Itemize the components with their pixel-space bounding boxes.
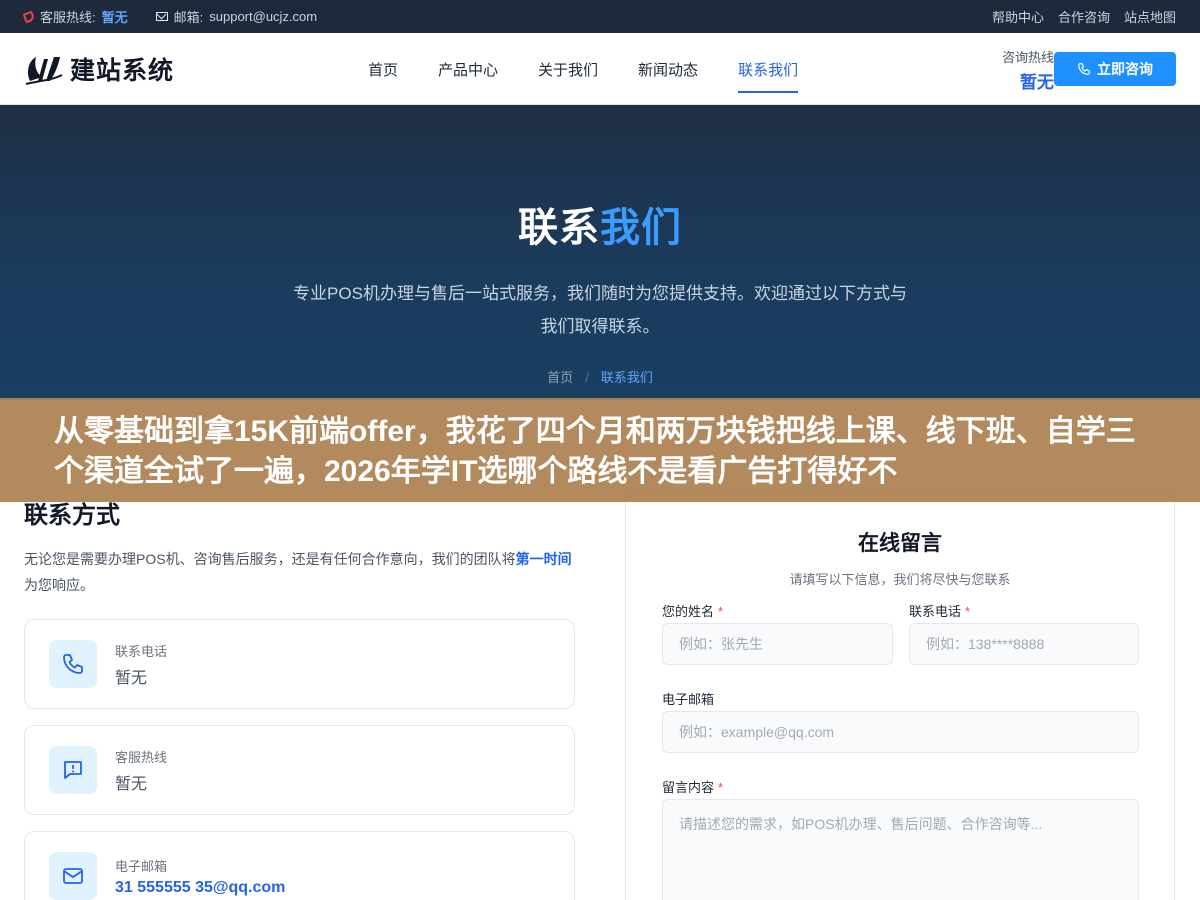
form-title: 在线留言: [858, 532, 942, 555]
link-cooperation[interactable]: 合作咨询: [1058, 7, 1110, 26]
phone-label-text: 联系电话: [909, 604, 962, 619]
overlay-banner[interactable]: 从零基础到拿15K前端offer，我花了四个月和两万块钱把线上课、线下班、自学三…: [0, 398, 1200, 502]
contact-card-hotline: 客服热线 暂无: [24, 725, 575, 815]
contact-desc-text: 无论您是需要办理POS机、咨询售后服务，还是有任何合作意向，我们的团队将: [24, 551, 516, 567]
contact-card-info: 电子邮箱 31 555555 35@qq.com: [115, 856, 285, 897]
name-input[interactable]: [662, 623, 893, 665]
phone-input[interactable]: [909, 623, 1139, 665]
nav-home[interactable]: 首页: [368, 33, 398, 105]
email-info: 邮箱: support@ucjz.com: [155, 7, 317, 26]
form-subtitle: 请填写以下信息，我们将尽快与您联系: [789, 572, 1011, 587]
contact-card-label: 电子邮箱: [115, 858, 168, 874]
page-title: 联系我们: [0, 105, 1200, 253]
contact-card-value: 暂无: [115, 775, 148, 793]
name-label: 您的姓名 *: [662, 601, 723, 620]
email-label: 电子邮箱: [662, 692, 715, 707]
contact-desc-tail: 为您响应。: [24, 577, 94, 593]
message-form: 在线留言 请填写以下信息，我们将尽快与您联系 您的姓名* 联系电话* 电子邮箱 …: [625, 488, 1175, 900]
link-help-center[interactable]: 帮助中心: [992, 7, 1044, 26]
top-bar: 客服热线: 暂无 邮箱: support@ucjz.com 帮助中心 合作咨询 …: [0, 0, 1200, 33]
mail-icon: [49, 852, 97, 900]
mail-icon: [155, 12, 168, 21]
required-mark: *: [718, 604, 724, 619]
phone-label: 联系电话 *: [909, 601, 970, 620]
nav-products[interactable]: 产品中心: [438, 33, 498, 105]
hotline-label: 客服热线:: [40, 10, 96, 25]
top-bar-links: 帮助中心 合作咨询 站点地图: [992, 7, 1176, 26]
consult-value: 暂无: [1020, 73, 1054, 92]
message-label-text: 留言内容: [662, 780, 715, 795]
phone-icon: [49, 640, 97, 688]
logo-mark-icon: [25, 56, 63, 85]
required-mark: *: [718, 780, 724, 795]
contact-card-phone: 联系电话 暂无: [24, 619, 575, 709]
message-textarea[interactable]: [662, 799, 1139, 900]
consult-label: 咨询热线: [1001, 50, 1054, 65]
top-bar-contact: 客服热线: 暂无 邮箱: support@ucjz.com: [22, 7, 317, 26]
consult-now-button[interactable]: 立即咨询: [1054, 52, 1176, 86]
contact-card-label: 联系电话: [115, 643, 168, 659]
contact-description: 无论您是需要办理POS机、咨询售后服务，还是有任何合作意向，我们的团队将第一时间…: [24, 546, 575, 598]
contact-card-label: 客服热线: [115, 749, 168, 765]
email-label: 邮箱:: [173, 10, 204, 25]
phone-icon: [1078, 63, 1090, 75]
page-title-accent: 我们: [600, 206, 682, 250]
message-label: 留言内容 *: [662, 777, 723, 796]
breadcrumb-current: 联系我们: [600, 370, 653, 385]
phone-icon: [22, 10, 36, 23]
breadcrumb-home[interactable]: 首页: [547, 370, 573, 385]
contact-card-value: 暂无: [115, 669, 148, 687]
contact-card-info: 联系电话 暂无: [115, 641, 167, 688]
hero-banner: 联系我们 专业POS机办理与售后一站式服务，我们随时为您提供支持。欢迎通过以下方…: [0, 105, 1200, 400]
hotline-value: 暂无: [101, 10, 128, 25]
name-label-text: 您的姓名: [662, 604, 715, 619]
page-title-plain: 联系: [518, 206, 600, 250]
breadcrumb: 首页 / 联系我们: [0, 367, 1200, 386]
logo[interactable]: 建站系统: [24, 51, 174, 87]
main-nav: 首页 产品中心 关于我们 新闻动态 联系我们: [368, 33, 799, 105]
email-input[interactable]: [662, 711, 1139, 753]
contact-card-value[interactable]: 31 555555 35@qq.com: [115, 879, 285, 897]
consult-now-label: 立即咨询: [1097, 61, 1153, 77]
logo-text: 建站系统: [70, 56, 175, 85]
message-icon: [49, 746, 97, 794]
nav-news[interactable]: 新闻动态: [638, 33, 698, 105]
nav-about[interactable]: 关于我们: [538, 33, 598, 105]
hero-subtitle: 专业POS机办理与售后一站式服务，我们随时为您提供支持。欢迎通过以下方式与我们取…: [293, 284, 907, 336]
breadcrumb-separator: /: [585, 370, 589, 385]
contact-desc-highlight: 第一时间: [515, 551, 572, 567]
email-value[interactable]: support@ucjz.com: [209, 9, 317, 24]
contact-info: 联系方式 无论您是需要办理POS机、咨询售后服务，还是有任何合作意向，我们的团队…: [24, 495, 575, 598]
main-header: 建站系统 首页 产品中心 关于我们 新闻动态 联系我们 咨询热线 暂无 立即咨询: [0, 33, 1200, 105]
required-mark: *: [965, 604, 971, 619]
contact-card-info: 客服热线 暂无: [115, 747, 167, 794]
link-sitemap[interactable]: 站点地图: [1124, 7, 1176, 26]
consult-hotline: 咨询热线 暂无: [1002, 47, 1054, 93]
hotline-info: 客服热线: 暂无: [22, 7, 128, 26]
nav-contact[interactable]: 联系我们: [738, 33, 799, 105]
contact-card-email: 电子邮箱 31 555555 35@qq.com: [24, 831, 575, 900]
